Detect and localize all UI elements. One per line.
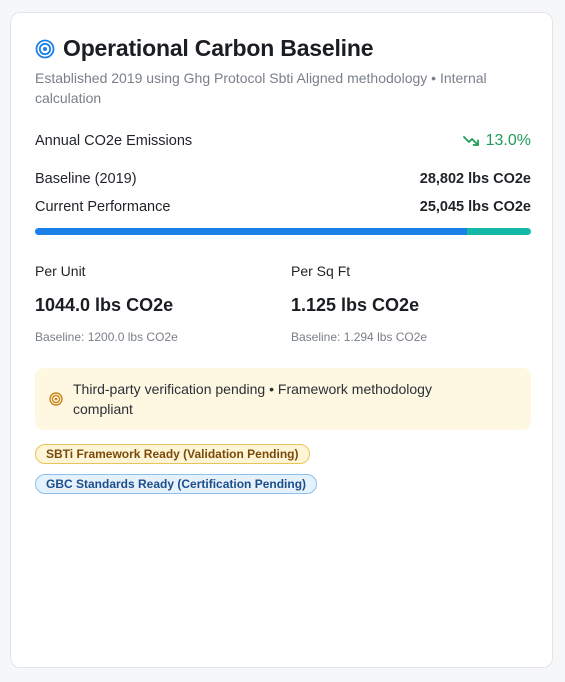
progress-fill [35, 228, 467, 235]
per-unit-metric: Per Unit 1044.0 lbs CO2e Baseline: 1200.… [35, 263, 265, 344]
sbti-status-badge: SBTi Framework Ready (Validation Pending… [35, 444, 310, 464]
emissions-trend: 13.0% [462, 132, 531, 150]
per-sqft-baseline: Baseline: 1.294 lbs CO2e [291, 330, 428, 344]
per-sqft-label: Per Sq Ft [291, 263, 351, 279]
per-unit-baseline: Baseline: 1200.0 lbs CO2e [35, 330, 178, 344]
card-title: Operational Carbon Baseline [63, 35, 374, 61]
baseline-value: 28,802 lbs CO2e [419, 171, 531, 187]
per-unit-value: 1044.0 lbs CO2e [35, 295, 174, 315]
card-subtitle: Established 2019 using Ghg Protocol Sbti… [35, 70, 487, 106]
target-icon [35, 39, 55, 59]
performance-progress-bar [35, 228, 531, 235]
verification-notice: Third-party verification pending • Frame… [35, 368, 531, 430]
current-label: Current Performance [35, 199, 171, 215]
card-header: Operational Carbon Baseline [35, 35, 373, 62]
notice-text: Third-party verification pending • Frame… [73, 381, 432, 417]
baseline-label: Baseline (2019) [35, 171, 137, 187]
emissions-label: Annual CO2e Emissions [35, 133, 193, 149]
carbon-baseline-card: Operational Carbon Baseline Established … [10, 12, 553, 668]
gbc-status-badge: GBC Standards Ready (Certification Pendi… [35, 474, 318, 494]
trending-down-icon [462, 136, 479, 146]
trend-value: 13.0% [485, 132, 531, 149]
per-sqft-metric: Per Sq Ft 1.125 lbs CO2e Baseline: 1.294… [291, 263, 521, 344]
target-icon [49, 392, 63, 406]
baseline-row: Baseline (2019) 28,802 lbs CO2e [35, 171, 531, 187]
current-row: Current Performance 25,045 lbs CO2e [35, 199, 531, 215]
emissions-header-row: Annual CO2e Emissions 13.0% [35, 132, 531, 150]
current-value: 25,045 lbs CO2e [419, 199, 531, 215]
per-sqft-value: 1.125 lbs CO2e [291, 295, 420, 315]
per-unit-label: Per Unit [35, 263, 86, 279]
